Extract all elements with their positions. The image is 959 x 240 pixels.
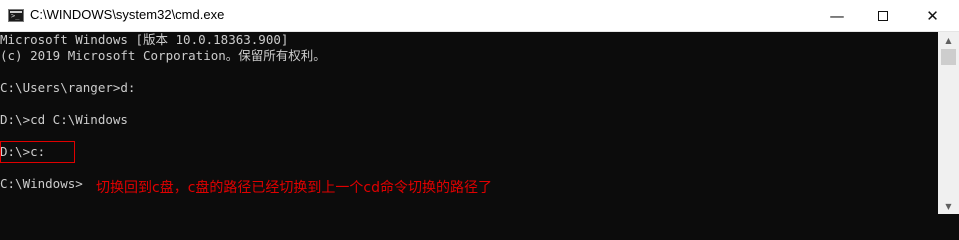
cmd-icon[interactable]: [8, 9, 24, 22]
annotation-text: 切换回到c盘，c盘的路径已经切换到上一个cd命令切换的路径了: [96, 180, 492, 196]
minimize-button[interactable]: —: [814, 0, 860, 31]
console-line: D:\>cd C:\Windows: [0, 112, 128, 127]
console-line: C:\Users\ranger>d:: [0, 80, 136, 95]
scroll-thumb[interactable]: [941, 49, 956, 65]
console-line: C:\Windows>: [0, 176, 83, 191]
maximize-icon: [878, 10, 888, 21]
window-title: C:\WINDOWS\system32\cmd.exe: [30, 7, 225, 22]
cmd-window: C:\WINDOWS\system32\cmd.exe — ✕ Microsof…: [0, 0, 959, 214]
console-line: Microsoft Windows [版本 10.0.18363.900]: [0, 32, 289, 47]
highlight-box: [0, 141, 75, 163]
arrow-down-icon[interactable]: ▼: [938, 198, 959, 214]
console-line: (c) 2019 Microsoft Corporation。保留所有权利。: [0, 48, 326, 63]
title-bar[interactable]: C:\WINDOWS\system32\cmd.exe — ✕: [0, 0, 959, 32]
vertical-scrollbar[interactable]: ▲ ▼: [938, 32, 959, 214]
maximize-button[interactable]: [860, 0, 906, 31]
arrow-up-icon[interactable]: ▲: [938, 32, 959, 48]
close-button[interactable]: ✕: [906, 0, 959, 31]
